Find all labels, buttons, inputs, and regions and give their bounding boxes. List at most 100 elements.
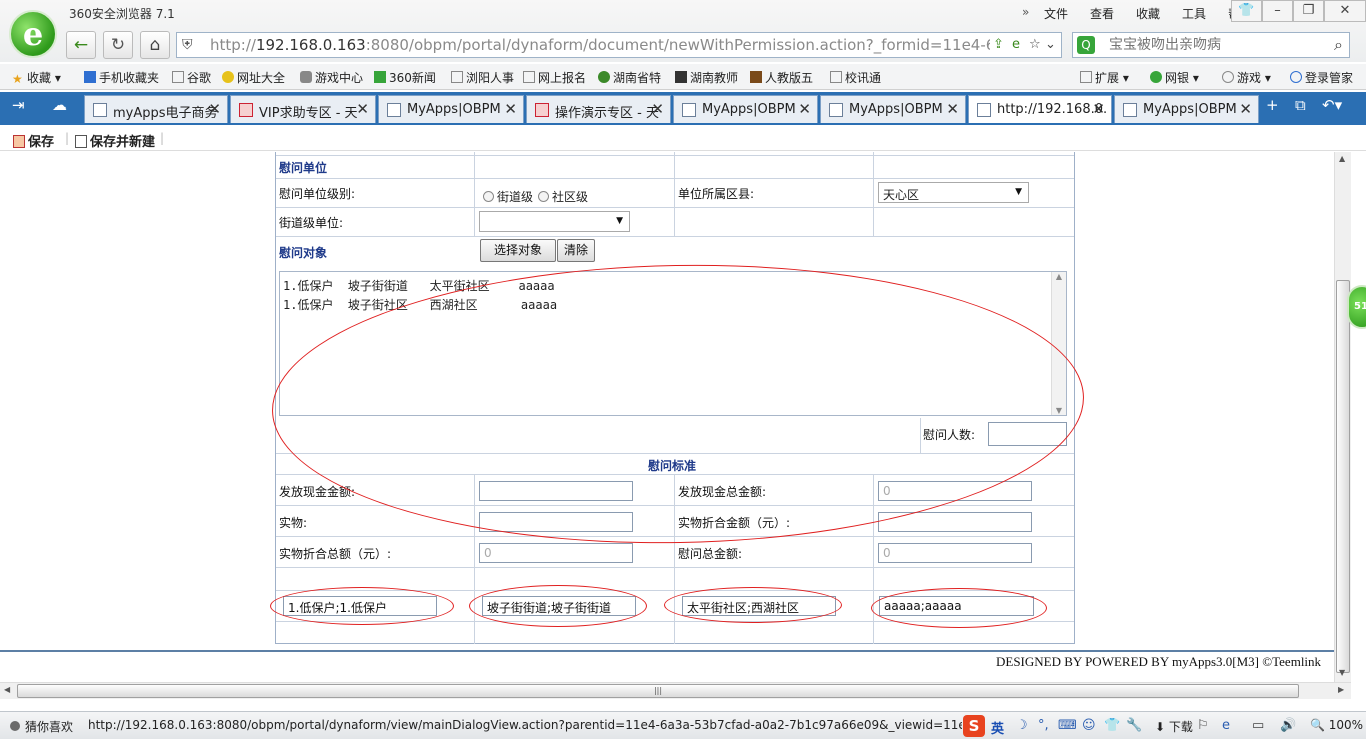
bookmark-hunan-teacher[interactable]: 湖南教师: [675, 69, 738, 86]
maximize-button[interactable]: ❐: [1293, 0, 1324, 22]
close-tab-icon[interactable]: ✕: [504, 100, 517, 118]
skin-icon[interactable]: 👕: [1231, 0, 1262, 22]
tab-myapps-obpm-3[interactable]: MyApps|OBPM ✕: [820, 95, 966, 123]
menu-favorites[interactable]: 收藏: [1136, 5, 1160, 22]
close-tab-icon[interactable]: ✕: [1092, 100, 1105, 118]
page-horizontal-scrollbar[interactable]: ◀ ||| ▶: [0, 682, 1351, 699]
bookmark-mobile[interactable]: 手机收藏夹: [84, 69, 159, 86]
download-button[interactable]: ⬇ 下载: [1155, 718, 1193, 735]
volume-icon[interactable]: 🔊: [1280, 718, 1296, 733]
shield-icon[interactable]: ⛨: [182, 37, 193, 53]
community-summary-field[interactable]: 太平街社区;西湖社区: [682, 596, 836, 616]
tab-vip-help[interactable]: VIP求助专区 - 天 ✕: [230, 95, 376, 123]
ie-mode-icon[interactable]: e: [1012, 37, 1020, 52]
scroll-up-icon[interactable]: ▲: [1052, 272, 1066, 281]
punctuation-icon[interactable]: °,: [1038, 718, 1049, 733]
scroll-down-icon[interactable]: ▼: [1339, 668, 1345, 677]
save-button[interactable]: 保存: [13, 131, 54, 150]
district-select[interactable]: 天心区 ▼: [878, 182, 1029, 203]
undo-close-icon[interactable]: ↶▾: [1322, 96, 1342, 114]
keyboard-icon[interactable]: ⌨: [1058, 718, 1077, 733]
new-tab-icon[interactable]: +: [1266, 96, 1279, 114]
close-tab-icon[interactable]: ✕: [798, 100, 811, 118]
home-button[interactable]: ⌂: [140, 31, 170, 59]
window-icon[interactable]: ▭: [1252, 718, 1264, 733]
tab-myapps-ecommerce[interactable]: myApps电子商务 ✕: [84, 95, 228, 123]
share-icon[interactable]: ⇪: [993, 37, 1004, 52]
ime-mode-indicator[interactable]: 英: [991, 718, 1004, 737]
close-tab-icon[interactable]: ✕: [651, 100, 664, 118]
close-tab-icon[interactable]: ✕: [1239, 100, 1252, 118]
bookmark-hunan-special[interactable]: 湖南省特: [598, 69, 661, 86]
tab-active-page[interactable]: http://192.168.0. ✕: [968, 95, 1112, 123]
refresh-button[interactable]: ↻: [103, 31, 133, 59]
goods-amount-input[interactable]: [878, 512, 1032, 532]
radio-community-level[interactable]: 社区级: [538, 188, 588, 205]
shirt-icon[interactable]: 👕: [1104, 718, 1120, 733]
bookmark-favorites[interactable]: ★ 收藏 ▾: [12, 69, 61, 86]
scroll-thumb[interactable]: |||: [17, 684, 1299, 698]
textarea-scrollbar[interactable]: ▲ ▼: [1051, 272, 1066, 415]
browser-logo-icon[interactable]: e: [9, 10, 57, 58]
moon-icon[interactable]: ☽: [1016, 718, 1028, 733]
games-button[interactable]: 游戏 ▾: [1222, 69, 1271, 86]
sogou-ime-icon[interactable]: S: [963, 715, 985, 737]
menu-tools[interactable]: 工具: [1182, 5, 1206, 22]
sidebar-toggle-icon[interactable]: ⇥: [12, 96, 25, 114]
close-window-button[interactable]: ✕: [1324, 0, 1366, 22]
guess-you-like-link[interactable]: 猜你喜欢: [25, 718, 73, 735]
name-summary-field[interactable]: aaaaa;aaaaa: [879, 596, 1034, 616]
tab-myapps-obpm-4[interactable]: MyApps|OBPM ✕: [1114, 95, 1259, 123]
zoom-level[interactable]: 🔍 100%: [1310, 718, 1363, 732]
bookmark-google[interactable]: 谷歌: [172, 69, 211, 86]
save-and-new-button[interactable]: 保存并新建: [75, 131, 155, 150]
tab-demo-area[interactable]: 操作演示专区 - 天 ✕: [526, 95, 671, 123]
scroll-up-icon[interactable]: ▲: [1339, 154, 1345, 163]
tab-myapps-obpm-1[interactable]: MyApps|OBPM ✕: [378, 95, 524, 123]
minimize-button[interactable]: –: [1262, 0, 1293, 22]
scroll-right-icon[interactable]: ▶: [1338, 685, 1344, 694]
page-vertical-scrollbar[interactable]: ▲ ▼: [1334, 152, 1351, 682]
bookmark-liuyang[interactable]: 浏阳人事: [451, 69, 514, 86]
target-list-textarea[interactable]: 1.低保户 坡子街街道 太平街社区 aaaaa 1.低保户 坡子街社区 西湖社区…: [279, 271, 1067, 416]
wrench-icon[interactable]: 🔧: [1126, 718, 1142, 733]
online-bank-button[interactable]: 网银 ▾: [1150, 69, 1199, 86]
close-tab-icon[interactable]: ✕: [946, 100, 959, 118]
extensions-button[interactable]: 扩展 ▾: [1080, 69, 1129, 86]
star-icon[interactable]: ☆: [1029, 37, 1041, 52]
bookmark-news[interactable]: 360新闻: [374, 69, 436, 86]
bookmark-signup[interactable]: 网上报名: [523, 69, 586, 86]
menu-view[interactable]: 查看: [1090, 5, 1114, 22]
scroll-left-icon[interactable]: ◀: [4, 685, 10, 694]
goods-input[interactable]: [479, 512, 633, 532]
scroll-down-icon[interactable]: ▼: [1052, 406, 1066, 415]
cash-total-input[interactable]: 0: [878, 481, 1032, 501]
search-engine-icon[interactable]: Q: [1077, 36, 1095, 54]
clear-button[interactable]: 清除: [557, 239, 595, 262]
bookmark-sites[interactable]: 网址大全: [222, 69, 285, 86]
total-amount-input[interactable]: 0: [878, 543, 1032, 563]
chevron-down-icon[interactable]: ⌄: [1045, 37, 1056, 52]
cloud-icon[interactable]: ☁: [52, 96, 67, 114]
radio-circle[interactable]: [483, 191, 494, 202]
login-manager-button[interactable]: 登录管家: [1290, 69, 1353, 86]
goods-total-input[interactable]: 0: [479, 543, 633, 563]
close-tab-icon[interactable]: ✕: [356, 100, 369, 118]
bookmark-pep[interactable]: 人教版五: [750, 69, 813, 86]
select-target-button[interactable]: 选择对象: [480, 239, 556, 262]
ie-icon[interactable]: e: [1222, 718, 1230, 733]
radio-street-level[interactable]: 街道级: [483, 188, 533, 205]
cash-input[interactable]: [479, 481, 633, 501]
street-summary-field[interactable]: 坡子街街道;坡子街街道: [482, 596, 636, 616]
float-assistant-badge[interactable]: 51: [1347, 285, 1366, 329]
bookmark-games[interactable]: 游戏中心: [300, 69, 363, 86]
flag-icon[interactable]: ⚐: [1197, 718, 1209, 733]
bookmark-xxt[interactable]: 校讯通: [830, 69, 881, 86]
scroll-thumb[interactable]: [1336, 280, 1350, 673]
tab-myapps-obpm-2[interactable]: MyApps|OBPM ✕: [673, 95, 818, 123]
emoji-icon[interactable]: ☺: [1082, 718, 1096, 733]
address-bar[interactable]: ⛨ http://192.168.0.163:8080/obpm/portal/…: [176, 32, 1062, 58]
close-tab-icon[interactable]: ✕: [208, 100, 221, 118]
search-icon[interactable]: ⌕: [1334, 35, 1343, 55]
address-url[interactable]: http://192.168.0.163:8080/obpm/portal/dy…: [210, 36, 990, 54]
